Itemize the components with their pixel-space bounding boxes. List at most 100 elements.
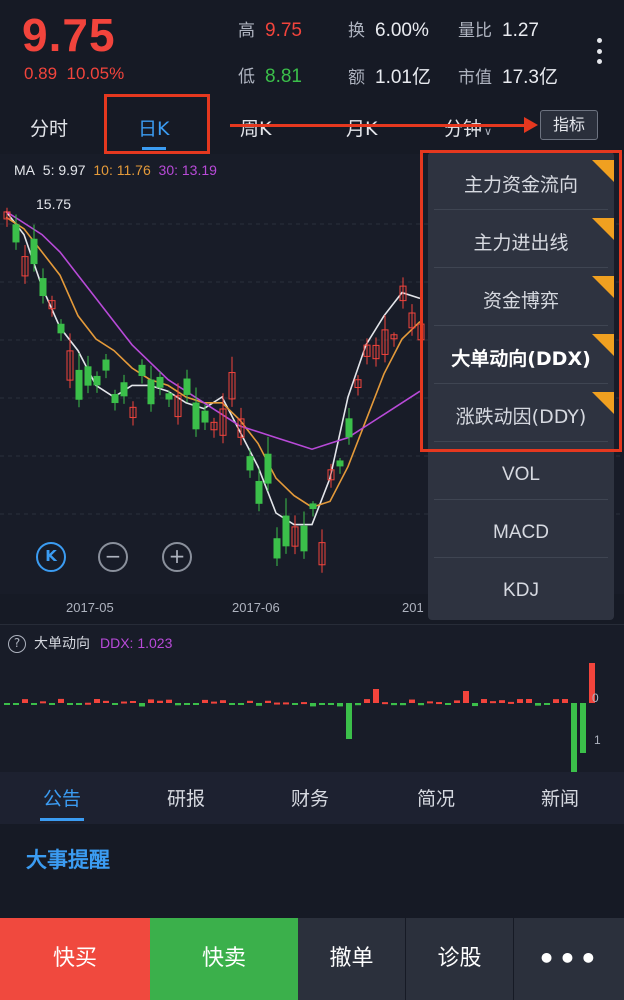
tab-intraday[interactable]: 分时 (30, 114, 68, 141)
high-price-marker: 15.75 (36, 196, 72, 212)
ddx-bar (4, 703, 10, 705)
candle-body (75, 369, 83, 400)
ddx-bar (391, 703, 397, 706)
ddx-bar (166, 699, 172, 703)
ddx-bar (400, 703, 406, 706)
candle-body (57, 323, 65, 334)
ddx-bar (13, 703, 19, 705)
ddx-axis-zero: 0 (592, 691, 599, 705)
date-tick: 2017-05 (66, 600, 114, 615)
stat-label: 换 (348, 21, 365, 41)
candle-body (246, 456, 254, 471)
menu-item-ddy[interactable]: 涨跌动因(DDY) (434, 392, 614, 442)
stat-volume-ratio: 量比 1.27 (458, 16, 539, 42)
candle-body (336, 460, 344, 467)
ddx-bar (211, 701, 217, 704)
ma-label: MA (14, 162, 35, 178)
ddx-bar (193, 703, 199, 705)
candle-body (30, 238, 38, 265)
help-icon[interactable]: ? (8, 635, 26, 653)
ddx-bar (175, 703, 181, 706)
tab-news[interactable]: 新闻 (520, 784, 600, 811)
ddx-bar (427, 701, 433, 704)
menu-item-main-fund-flow[interactable]: 主力资金流向 (434, 160, 614, 210)
ma5-value: 5: 9.97 (42, 162, 86, 178)
ddx-bar (571, 703, 577, 773)
tab-daily-k[interactable]: 日K (138, 114, 169, 141)
quick-buy-button[interactable]: 快买 (0, 918, 150, 1000)
ddx-title: 大单动向 (34, 636, 90, 652)
ddx-bar (544, 703, 550, 705)
tab-minute-label: 分钟 (444, 118, 483, 140)
ma30-value: 30: 13.19 (158, 162, 217, 178)
menu-item-label: 涨跌动因(DDY) (455, 406, 587, 428)
zoom-out-button[interactable]: − (98, 542, 128, 572)
candle-body (300, 525, 308, 552)
stat-value: 6.00% (375, 20, 429, 41)
change-amount: 0.89 (24, 64, 58, 83)
candle-body (201, 410, 209, 423)
menu-item-vol[interactable]: VOL (434, 450, 608, 500)
ddx-bar (310, 703, 316, 707)
stat-label: 量比 (458, 21, 492, 41)
ddx-bar (265, 700, 271, 703)
ddx-bar (346, 703, 352, 739)
candle-body (264, 453, 272, 484)
events-section: 大事提醒 (0, 824, 624, 918)
tab-finance[interactable]: 财务 (270, 784, 350, 811)
tab-weekly-k[interactable]: 周K (240, 114, 271, 141)
kline-toggle-button[interactable]: K (36, 542, 66, 572)
menu-item-label: 主力资金流向 (463, 174, 578, 196)
ddx-bar (130, 701, 136, 704)
ddx-bar (31, 703, 37, 705)
indicator-button[interactable]: 指标 (540, 110, 598, 140)
ddx-value: DDX: 1.023 (100, 635, 173, 651)
vip-badge-icon (592, 334, 614, 356)
ddx-bar (184, 703, 190, 705)
menu-item-label: 大单动向(DDX) (451, 348, 591, 370)
candle-body (138, 364, 146, 376)
tab-minute[interactable]: 分钟 ∨ (444, 114, 492, 141)
stat-value: 17.3亿 (502, 67, 558, 88)
tab-profile[interactable]: 简况 (396, 784, 476, 811)
stat-amount: 额 1.01亿 (348, 62, 431, 89)
vip-badge-icon (592, 276, 614, 298)
ddx-bar (139, 703, 145, 707)
more-options-icon[interactable] (594, 38, 604, 64)
diagnose-stock-button[interactable]: 诊股 (406, 918, 514, 1000)
ddx-bar (535, 703, 541, 706)
ddx-chart[interactable]: ? 大单动向 DDX: 1.023 0 1 (0, 624, 624, 773)
active-tab-underline (142, 147, 166, 150)
tab-announcements[interactable]: 公告 (22, 784, 102, 811)
ddx-bar (121, 701, 127, 704)
menu-item-kdj[interactable]: KDJ (434, 566, 608, 616)
ma-line-5 (5, 210, 421, 526)
ddx-bar (94, 698, 100, 703)
menu-item-ddx[interactable]: 大单动向(DDX) (434, 334, 614, 384)
annotation-arrow-line (230, 124, 526, 127)
ddx-bar (256, 703, 262, 706)
ddx-bar (157, 700, 163, 703)
candle-body (345, 418, 353, 438)
active-news-tab-underline (40, 818, 84, 821)
ma-line-30 (5, 210, 421, 451)
more-actions-button[interactable]: ••• (514, 918, 624, 1000)
candle-body (192, 402, 200, 430)
vip-badge-icon (592, 160, 614, 182)
ddx-bar (562, 699, 568, 703)
quick-sell-button[interactable]: 快卖 (150, 918, 298, 1000)
menu-item-main-in-out-line[interactable]: 主力进出线 (434, 218, 614, 268)
stat-low: 低 8.81 (238, 62, 302, 88)
ddx-bar (418, 703, 424, 706)
menu-item-fund-game[interactable]: 资金博弈 (434, 276, 614, 326)
menu-item-macd[interactable]: MACD (434, 508, 608, 558)
cancel-order-button[interactable]: 撤单 (298, 918, 406, 1000)
candle-body (39, 278, 47, 297)
candle-body (282, 515, 290, 547)
tab-monthly-k[interactable]: 月K (346, 114, 377, 141)
date-tick: 201 (402, 600, 424, 615)
candle-body (84, 366, 92, 386)
stat-label: 额 (348, 68, 365, 88)
tab-research[interactable]: 研报 (146, 784, 226, 811)
zoom-in-button[interactable]: + (162, 542, 192, 572)
